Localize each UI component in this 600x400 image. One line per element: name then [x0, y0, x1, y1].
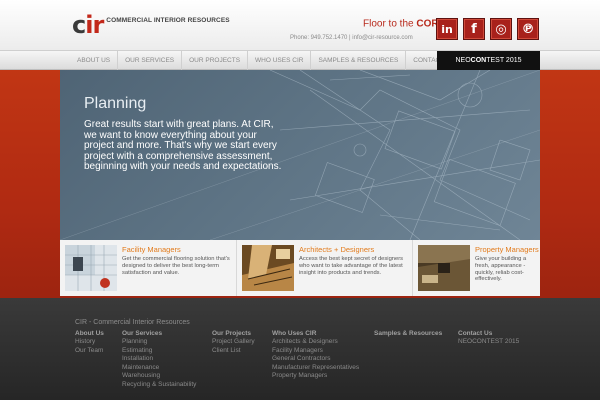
- footer-col-services: Our Services Planning Estimating Install…: [122, 329, 196, 389]
- contact-info: Phone: 949.752.1470 | info@cir-resource.…: [290, 35, 413, 41]
- footer-link[interactable]: General Contractors: [272, 355, 359, 364]
- footer-col-samples: Samples & Resources: [374, 329, 442, 338]
- feature-title: Architects + Designers: [299, 245, 375, 254]
- footer-link[interactable]: Warehousing: [122, 372, 196, 381]
- footer-link[interactable]: History: [75, 338, 104, 347]
- nav-who-uses-cir[interactable]: Who Uses CIR: [248, 51, 312, 70]
- footer-link[interactable]: Estimating: [122, 347, 196, 356]
- footer-heading[interactable]: Contact Us: [458, 329, 519, 338]
- footer-link[interactable]: Planning: [122, 338, 196, 347]
- facility-managers-image: [65, 245, 117, 291]
- facebook-icon[interactable]: f: [463, 18, 485, 40]
- footer-col-projects: Our Projects Project Gallery Client List: [212, 329, 255, 355]
- architects-designers-image: [242, 245, 294, 291]
- footer-link[interactable]: Manufacturer Representatives: [272, 364, 359, 373]
- linkedin-icon[interactable]: in: [436, 18, 458, 40]
- feature-text: Get the commercial flooring solution tha…: [122, 256, 230, 276]
- feature-facility-managers[interactable]: Facility Managers Get the commercial flo…: [60, 240, 236, 296]
- footer-link[interactable]: Project Gallery: [212, 338, 255, 347]
- feature-text: Give your building a fresh, appearance -…: [475, 256, 527, 283]
- footer-heading[interactable]: Our Services: [122, 329, 196, 338]
- footer-heading[interactable]: Samples & Resources: [374, 329, 442, 338]
- footer-col-contact: Contact Us NEOCONTEST 2015: [458, 329, 519, 347]
- footer-link[interactable]: Architects & Designers: [272, 338, 359, 347]
- footer-heading[interactable]: Who Uses CIR: [272, 329, 359, 338]
- footer-link[interactable]: Our Team: [75, 347, 104, 356]
- footer-heading[interactable]: About Us: [75, 329, 104, 338]
- feature-text: Access the best kept secret of designers…: [299, 256, 404, 276]
- nav-about-us[interactable]: About Us: [70, 51, 119, 70]
- hero-text: Great results start with great plans. At…: [84, 119, 282, 172]
- nav-neocontest[interactable]: NEOCONTEST 2015: [437, 51, 540, 71]
- logo-text: Commercial Interior Resources: [106, 17, 230, 24]
- logo-mark: cir: [72, 11, 104, 39]
- footer-heading[interactable]: Our Projects: [212, 329, 255, 338]
- footer-link[interactable]: Recycling & Sustainability: [122, 381, 196, 390]
- footer-link[interactable]: Property Managers: [272, 372, 359, 381]
- cir-logo[interactable]: cir Commercial Interior Resources: [72, 11, 230, 39]
- property-managers-image: [418, 245, 470, 291]
- feature-architects-designers[interactable]: Architects + Designers Access the best k…: [236, 240, 412, 296]
- footer-link[interactable]: NEOCONTEST 2015: [458, 338, 519, 347]
- pinterest-icon[interactable]: ℗: [517, 18, 539, 40]
- footer-link[interactable]: Installation: [122, 355, 196, 364]
- instagram-icon[interactable]: ◎: [490, 18, 512, 40]
- feature-title: Property Managers: [475, 245, 539, 254]
- hero-title: Planning: [84, 95, 147, 112]
- footer-link[interactable]: Maintenance: [122, 364, 196, 373]
- footer-col-about: About Us History Our Team: [75, 329, 104, 355]
- site-header: cir Commercial Interior Resources Floor …: [0, 0, 600, 50]
- nav-our-services[interactable]: Our Services: [118, 51, 183, 70]
- footer-col-who-uses: Who Uses CIR Architects & Designers Faci…: [272, 329, 359, 381]
- footer-link[interactable]: Client List: [212, 347, 255, 356]
- feature-title: Facility Managers: [122, 245, 181, 254]
- feature-strip: Facility Managers Get the commercial flo…: [60, 240, 540, 296]
- feature-property-managers[interactable]: Property Managers Give your building a f…: [412, 240, 540, 296]
- nav-samples-resources[interactable]: Samples & Resources: [311, 51, 407, 70]
- social-links: in f ◎ ℗: [436, 18, 539, 40]
- main-nav: About Us Our Services Our Projects Who U…: [0, 50, 600, 71]
- footer-brand: CIR - Commercial Interior Resources: [75, 319, 190, 326]
- site-footer: CIR - Commercial Interior Resources Abou…: [0, 298, 600, 400]
- footer-link[interactable]: Facility Managers: [272, 347, 359, 356]
- nav-our-projects[interactable]: Our Projects: [182, 51, 249, 70]
